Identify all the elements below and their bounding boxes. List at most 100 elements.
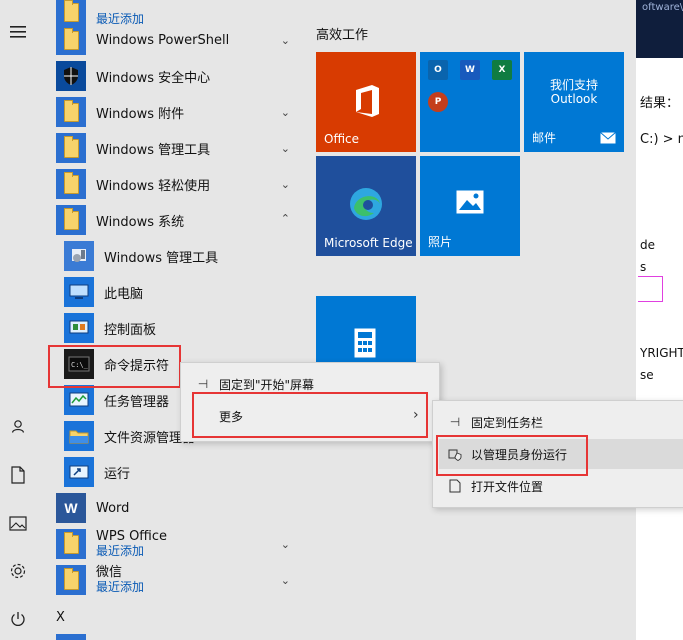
chevron-down-icon: ⌄ [280,538,290,551]
mail-icon [600,132,616,144]
tile-label: 邮件 [532,131,557,145]
list-item-admin-tools[interactable]: Windows 管理工具 ⌄ [56,130,300,166]
folder-icon [56,25,86,55]
list-item-sys-admin-tools[interactable]: Windows 管理工具 [64,238,300,274]
chevron-down-icon: ⌄ [280,34,290,47]
folder-icon [56,169,86,199]
folder-icon [56,529,86,559]
tile-mail[interactable]: 我们支持 Outlook 邮件 [524,52,624,152]
tile-label: Microsoft Edge [324,236,413,250]
list-item-word[interactable]: W Word [56,490,300,526]
list-item-run[interactable]: 运行 [64,454,300,490]
list-item-label: Windows PowerShell [96,32,230,48]
run-icon [64,457,94,487]
list-item-label: 运行 [104,466,131,482]
list-item-this-pc[interactable]: 此电脑 [64,274,300,310]
list-item-label: 控制面板 [104,322,157,338]
tile-mail-line1: 我们支持 [549,78,598,92]
list-item-powershell[interactable]: Windows PowerShell ⌄ [56,22,300,58]
section-header-letter[interactable]: X [56,610,65,625]
admin-tools-icon [64,241,94,271]
list-item-control-panel[interactable]: 控制面板 [64,310,300,346]
photos-icon [456,190,484,214]
excel-icon: X [492,60,512,80]
bg-text-3: YRIGHT [640,346,683,360]
file-explorer-icon [64,421,94,451]
menu-item-label: 固定到"开始"屏幕 [219,377,315,392]
group-title[interactable]: 高效工作 [316,24,368,43]
list-item-label: 任务管理器 [104,394,170,410]
calculator-icon [354,328,376,358]
list-item-security-center[interactable]: Windows 安全中心 [56,58,300,94]
word-icon: W [56,493,86,523]
office-icon [356,85,379,117]
menu-item-label: 固定到任务栏 [471,415,544,430]
list-item-label: WPS Office [96,529,168,544]
outlook-icon: O [428,60,448,80]
chevron-down-icon: ⌄ [280,178,290,191]
list-item-label: Windows 管理工具 [104,250,219,266]
tile-photos[interactable]: 照片 [420,156,520,256]
chevron-down-icon: ⌄ [280,106,290,119]
list-item-label: Windows 系统 [96,214,185,230]
tile-partial-bottom [56,634,86,640]
chevron-up-icon: ⌃ [280,212,290,225]
powerpoint-icon: P [428,92,448,112]
file-location-icon [447,479,463,493]
list-item-label: 微信 [96,565,123,580]
user-icon[interactable] [8,416,28,436]
bg-text-result: 结果： [640,96,680,111]
bg-text-1: de [640,238,655,252]
recently-added-label: 最近添加 [96,580,145,594]
tile-office[interactable]: Office [316,52,416,152]
folder-icon [56,97,86,127]
bg-text-2: s [640,260,647,274]
list-item-label: 此电脑 [104,286,144,302]
shield-icon [56,61,86,91]
tile-edge[interactable]: Microsoft Edge [316,156,416,256]
list-item-windows-system[interactable]: Windows 系统 ⌃ [56,202,300,238]
menu-item-label: 打开文件位置 [471,479,544,494]
pictures-icon[interactable] [8,513,28,533]
chevron-down-icon: ⌄ [280,142,290,155]
task-manager-icon [64,385,94,415]
pin-icon: ⊣ [197,377,209,391]
word-small-icon: W [460,60,480,80]
tile-mail-line2: Outlook [550,92,598,106]
highlight-command-prompt [48,345,181,388]
list-item-label: Windows 安全中心 [96,70,211,86]
list-item-label: Windows 轻松使用 [96,178,211,194]
folder-icon [56,565,86,595]
bg-text-path: C:) > m [640,132,683,147]
bg-highlight-box [638,276,663,302]
recently-added-label: 最近添加 [96,544,145,558]
tile-label: 照片 [428,235,453,249]
list-item-label: Windows 管理工具 [96,142,211,158]
background-header: oftware\ [636,0,683,58]
list-item-wps[interactable]: WPS Office 最近添加 ⌄ [56,526,300,562]
list-item-ease-of-access[interactable]: Windows 轻松使用 ⌄ [56,166,300,202]
settings-icon[interactable] [8,561,28,581]
edge-icon [350,188,382,220]
tile-office-apps[interactable]: O W X P [420,52,520,152]
document-icon[interactable] [8,465,28,485]
menu-item-pin-to-taskbar[interactable]: ⊣ 固定到任务栏 [447,407,677,437]
list-item-label: Word [96,500,130,516]
folder-open-icon [56,205,86,235]
power-icon[interactable] [8,609,28,629]
list-item-accessories[interactable]: Windows 附件 ⌄ [56,94,300,130]
bg-text-4: se [640,368,654,382]
hamburger-menu-icon[interactable] [8,22,28,42]
pin-icon: ⊣ [449,415,461,429]
list-item-wechat[interactable]: 微信 最近添加 ⌄ [56,562,300,598]
tile-label: Office [324,132,360,146]
highlight-run-as-admin [436,435,588,476]
chevron-down-icon: ⌄ [280,574,290,587]
highlight-more [192,392,428,438]
list-item-label: Windows 附件 [96,106,185,122]
start-menu: 最近添加 Windows PowerShell ⌄ Windows 安全中心 W… [0,0,636,640]
bg-title-fragment: oftware\ [642,2,683,13]
folder-icon [56,133,86,163]
computer-icon [64,277,94,307]
control-panel-icon [64,313,94,343]
